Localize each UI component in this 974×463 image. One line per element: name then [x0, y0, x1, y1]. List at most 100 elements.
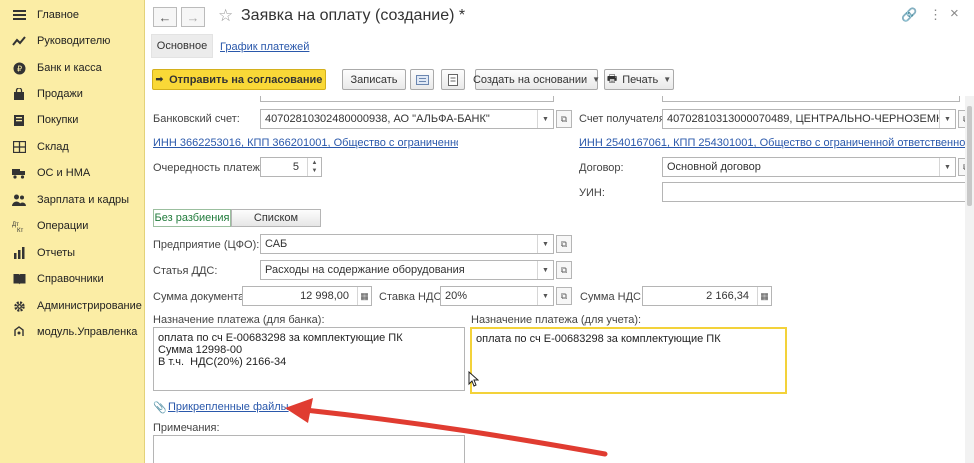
svg-text:₽: ₽	[16, 64, 21, 73]
open-dds-button[interactable]: ⧉	[556, 261, 572, 279]
bag-icon	[12, 87, 26, 101]
sidebar-item-label: Продажи	[37, 88, 83, 100]
sidebar-item-sales[interactable]: Продажи	[0, 81, 145, 107]
open-bank-account-button[interactable]: ⧉	[556, 110, 572, 128]
sidebar-item-label: Администрирование	[37, 300, 142, 312]
mouse-cursor-icon	[468, 371, 479, 387]
more-icon[interactable]: ⋮	[929, 7, 942, 23]
bank-account-field[interactable]: 40702810302480000938, АО "АЛЬФА-БАНК" ▼	[260, 109, 554, 129]
sidebar-item-salary[interactable]: Зарплата и кадры	[0, 187, 145, 213]
recipient-account-field[interactable]: 40702810313000070489, ЦЕНТРАЛЬНО-ЧЕРНОЗЕ…	[662, 109, 956, 129]
report-icon	[12, 246, 26, 260]
vat-rate-field[interactable]: 20% ▼	[440, 286, 554, 306]
doc-sum-field[interactable]: 12 998,00 ▦	[242, 286, 372, 306]
save-button[interactable]: Записать	[342, 69, 406, 90]
document-icon	[448, 73, 458, 86]
warehouse-icon	[12, 140, 26, 154]
link-icon[interactable]: 🔗	[901, 7, 917, 23]
tab-payment-schedule[interactable]: График платежей	[220, 41, 309, 53]
dds-field[interactable]: Расходы на содержание оборудования ▼	[260, 260, 554, 280]
cart-icon	[12, 113, 26, 127]
printer-icon: 🖶	[606, 73, 618, 85]
purpose-accounting-textarea[interactable]: оплата по сч Е-00683298 за комплектующие…	[470, 327, 787, 394]
sidebar-item-purchases[interactable]: Покупки	[0, 107, 145, 133]
close-icon[interactable]: ×	[950, 5, 959, 22]
sidebar-item-manager[interactable]: Руководителю	[0, 28, 145, 54]
uin-field[interactable]	[662, 182, 974, 202]
sidebar-item-label: ОС и НМА	[37, 167, 91, 179]
priority-field[interactable]: 5 ▲ ▼	[260, 157, 322, 177]
tab-basic[interactable]: Основное	[151, 34, 213, 58]
sidebar-item-references[interactable]: Справочники	[0, 266, 145, 292]
recipient-account-label: Счет получателя:	[579, 113, 668, 125]
sidebar-item-module[interactable]: модуль.Управленка	[0, 319, 145, 345]
caret-down-icon: ▼	[663, 75, 672, 84]
svg-text:Кт: Кт	[17, 228, 23, 233]
vat-rate-label: Ставка НДС:	[379, 291, 445, 303]
sidebar-item-admin[interactable]: Администрирование	[0, 293, 145, 319]
sidebar-item-main[interactable]: Главное	[0, 2, 145, 28]
report-button[interactable]	[441, 69, 465, 90]
sidebar-item-label: Отчеты	[37, 247, 76, 259]
sidebar-item-reports[interactable]: Отчеты	[0, 240, 145, 266]
page-title: Заявка на оплату (создание) *	[241, 7, 466, 24]
dropdown-arrow-icon[interactable]: ▼	[939, 110, 955, 128]
vat-sum-field[interactable]: 2 166,34 ▦	[642, 286, 772, 306]
sidebar-item-bank[interactable]: ₽ Банк и касса	[0, 55, 145, 81]
bank-account-label: Банковский счет:	[153, 113, 240, 125]
gear-icon	[12, 299, 26, 313]
previous-field-left[interactable]	[260, 96, 554, 102]
open-vat-rate-button[interactable]: ⧉	[556, 287, 572, 305]
dt-kt-icon: Дт Кт	[12, 219, 26, 233]
purpose-accounting-label: Назначение платежа (для учета):	[471, 314, 642, 326]
dropdown-arrow-icon[interactable]: ▼	[537, 235, 553, 253]
sidebar-item-warehouse[interactable]: Склад	[0, 134, 145, 160]
dropdown-arrow-icon[interactable]: ▼	[939, 158, 955, 176]
sidebar-item-label: Покупки	[37, 114, 79, 126]
sidebar-item-label: Главное	[37, 9, 80, 21]
form-body: Банковский счет: 40702810302480000938, А…	[145, 96, 974, 463]
open-enterprise-button[interactable]: ⧉	[556, 235, 572, 253]
purpose-bank-textarea[interactable]: оплата по сч Е-00683298 за комплектующие…	[153, 327, 465, 391]
payer-inn-link[interactable]: ИНН 3662253016, КПП 366201001, Общество …	[153, 137, 458, 149]
stepper-icon[interactable]: ▲ ▼	[307, 158, 321, 176]
calculator-icon[interactable]: ▦	[357, 287, 371, 305]
structure-button[interactable]	[410, 69, 434, 90]
forward-button[interactable]: →	[181, 7, 205, 27]
recipient-inn-link[interactable]: ИНН 2540167061, КПП 254301001, Общество …	[579, 137, 974, 149]
arrow-left-icon: ←	[158, 9, 172, 25]
notes-label: Примечания:	[153, 422, 220, 434]
attached-files-link[interactable]: Прикрепленные файлы	[168, 401, 289, 413]
tab-no-split[interactable]: Без разбиения	[153, 209, 231, 227]
caret-down-icon: ▼	[592, 75, 601, 84]
sidebar-item-label: Банк и касса	[37, 62, 102, 74]
chart-icon	[12, 34, 26, 48]
contract-label: Договор:	[579, 162, 624, 174]
tab-list[interactable]: Списком	[231, 209, 321, 227]
contract-field[interactable]: Основной договор ▼	[662, 157, 956, 177]
annotation-arrow-icon	[285, 398, 608, 457]
vertical-scrollbar[interactable]	[965, 96, 974, 463]
sidebar-item-assets[interactable]: ОС и НМА	[0, 160, 145, 186]
sidebar-item-operations[interactable]: Дт Кт Операции	[0, 213, 145, 239]
calculator-icon[interactable]: ▦	[757, 287, 771, 305]
sidebar-item-label: Руководителю	[37, 35, 111, 47]
dropdown-arrow-icon[interactable]: ▼	[537, 261, 553, 279]
scrollbar-thumb[interactable]	[967, 106, 972, 206]
people-icon	[12, 193, 26, 207]
create-based-on-button[interactable]: Создать на основании ▼	[473, 69, 601, 90]
vat-sum-label: Сумма НДС:	[580, 291, 645, 303]
previous-field-right[interactable]	[662, 96, 960, 102]
arrow-right-icon: →	[186, 9, 200, 25]
print-button[interactable]: 🖶 Печать ▼	[604, 69, 674, 90]
dropdown-arrow-icon[interactable]: ▼	[537, 110, 553, 128]
sidebar-item-label: Справочники	[37, 273, 104, 285]
module-icon	[12, 325, 26, 339]
enterprise-field[interactable]: САБ ▼	[260, 234, 554, 254]
send-for-approval-button[interactable]: ➡ Отправить на согласование	[152, 69, 326, 90]
coin-icon: ₽	[12, 61, 26, 75]
favorite-star-icon[interactable]: ☆	[218, 6, 233, 26]
back-button[interactable]: ←	[153, 7, 177, 27]
sidebar-item-label: Склад	[37, 141, 69, 153]
dropdown-arrow-icon[interactable]: ▼	[537, 287, 553, 305]
